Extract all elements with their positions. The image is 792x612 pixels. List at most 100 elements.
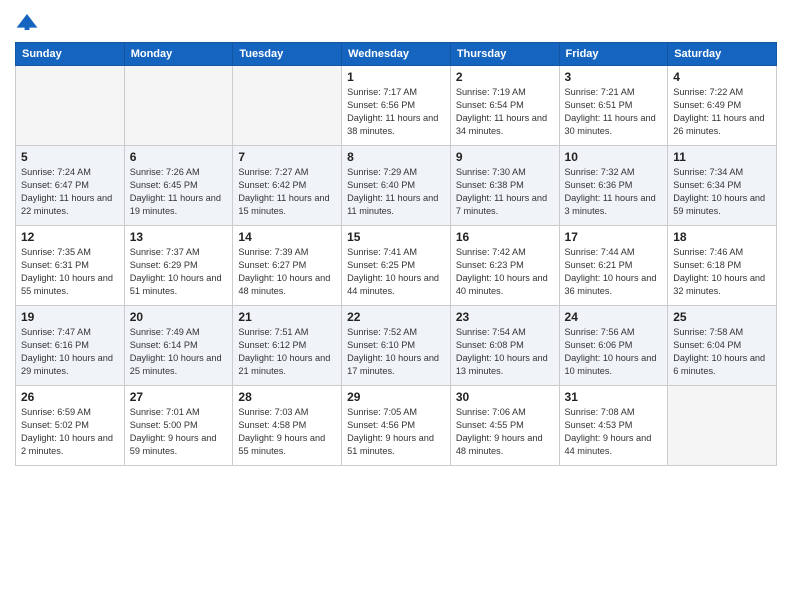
calendar-cell: 27Sunrise: 7:01 AMSunset: 5:00 PMDayligh… <box>124 386 233 466</box>
calendar-week-row: 12Sunrise: 7:35 AMSunset: 6:31 PMDayligh… <box>16 226 777 306</box>
calendar-cell: 22Sunrise: 7:52 AMSunset: 6:10 PMDayligh… <box>342 306 451 386</box>
calendar-cell <box>16 66 125 146</box>
calendar-cell: 3 Sunrise: 7:21 AMSunset: 6:51 PMDaylight… <box>559 66 668 146</box>
day-info: Sunrise: 7:51 AMSunset: 6:12 PMDaylight:… <box>238 326 336 378</box>
day-number: 28 <box>238 390 336 404</box>
calendar-cell: 6 Sunrise: 7:26 AMSunset: 6:45 PMDaylight… <box>124 146 233 226</box>
day-number: 2 <box>456 70 554 84</box>
day-info: Sunrise: 7:26 AMSunset: 6:45 PMDaylight:… <box>130 166 228 218</box>
day-info: Sunrise: 7:19 AMSunset: 6:54 PMDaylight:… <box>456 86 554 138</box>
day-info: Sunrise: 7:03 AMSunset: 4:58 PMDaylight:… <box>238 406 336 458</box>
calendar-cell <box>233 66 342 146</box>
day-number: 18 <box>673 230 771 244</box>
calendar-week-row: 26Sunrise: 6:59 AMSunset: 5:02 PMDayligh… <box>16 386 777 466</box>
calendar-cell: 10 Sunrise: 7:32 AMSunset: 6:36 PMDayligh… <box>559 146 668 226</box>
calendar-cell: 2 Sunrise: 7:19 AMSunset: 6:54 PMDaylight… <box>450 66 559 146</box>
day-number: 13 <box>130 230 228 244</box>
calendar-cell: 25 Sunrise: 7:58 AMSunset: 6:04 PMDayligh… <box>668 306 777 386</box>
day-info: Sunrise: 7:46 AMSunset: 6:18 PMDaylight:… <box>673 246 771 298</box>
day-info: Sunrise: 7:49 AMSunset: 6:14 PMDaylight:… <box>130 326 228 378</box>
day-info: Sunrise: 7:32 AMSunset: 6:36 PMDaylight:… <box>565 166 663 218</box>
day-number: 23 <box>456 310 554 324</box>
calendar-cell: 8 Sunrise: 7:29 AMSunset: 6:40 PMDaylight… <box>342 146 451 226</box>
calendar-cell: 16 Sunrise: 7:42 AMSunset: 6:23 PMDayligh… <box>450 226 559 306</box>
day-number: 29 <box>347 390 445 404</box>
day-number: 10 <box>565 150 663 164</box>
day-info: Sunrise: 6:59 AMSunset: 5:02 PMDaylight:… <box>21 406 119 458</box>
day-number: 16 <box>456 230 554 244</box>
calendar-cell: 15 Sunrise: 7:41 AMSunset: 6:25 PMDayligh… <box>342 226 451 306</box>
day-info: Sunrise: 7:37 AMSunset: 6:29 PMDaylight:… <box>130 246 228 298</box>
calendar-cell: 9 Sunrise: 7:30 AMSunset: 6:38 PMDaylight… <box>450 146 559 226</box>
header <box>15 10 777 34</box>
weekday-header: Friday <box>559 43 668 66</box>
logo-icon <box>15 10 39 34</box>
day-number: 7 <box>238 150 336 164</box>
weekday-header: Tuesday <box>233 43 342 66</box>
day-number: 3 <box>565 70 663 84</box>
day-number: 9 <box>456 150 554 164</box>
day-number: 31 <box>565 390 663 404</box>
day-info: Sunrise: 7:58 AMSunset: 6:04 PMDaylight:… <box>673 326 771 378</box>
calendar-cell: 20Sunrise: 7:49 AMSunset: 6:14 PMDayligh… <box>124 306 233 386</box>
day-info: Sunrise: 7:08 AMSunset: 4:53 PMDaylight:… <box>565 406 663 458</box>
calendar-cell: 26Sunrise: 6:59 AMSunset: 5:02 PMDayligh… <box>16 386 125 466</box>
calendar-cell: 29 Sunrise: 7:05 AMSunset: 4:56 PMDayligh… <box>342 386 451 466</box>
calendar-cell: 17 Sunrise: 7:44 AMSunset: 6:21 PMDayligh… <box>559 226 668 306</box>
calendar-header-row: SundayMondayTuesdayWednesdayThursdayFrid… <box>16 43 777 66</box>
day-number: 22 <box>347 310 445 324</box>
day-number: 15 <box>347 230 445 244</box>
day-info: Sunrise: 7:35 AMSunset: 6:31 PMDaylight:… <box>21 246 119 298</box>
calendar-cell: 13 Sunrise: 7:37 AMSunset: 6:29 PMDayligh… <box>124 226 233 306</box>
day-info: Sunrise: 7:44 AMSunset: 6:21 PMDaylight:… <box>565 246 663 298</box>
calendar-cell: 4Sunrise: 7:22 AMSunset: 6:49 PMDaylight… <box>668 66 777 146</box>
day-number: 27 <box>130 390 228 404</box>
day-info: Sunrise: 7:42 AMSunset: 6:23 PMDaylight:… <box>456 246 554 298</box>
calendar-cell: 28 Sunrise: 7:03 AMSunset: 4:58 PMDayligh… <box>233 386 342 466</box>
calendar-cell: 18 Sunrise: 7:46 AMSunset: 6:18 PMDayligh… <box>668 226 777 306</box>
day-number: 19 <box>21 310 119 324</box>
day-number: 8 <box>347 150 445 164</box>
day-info: Sunrise: 7:29 AMSunset: 6:40 PMDaylight:… <box>347 166 445 218</box>
day-info: Sunrise: 7:41 AMSunset: 6:25 PMDaylight:… <box>347 246 445 298</box>
day-info: Sunrise: 7:56 AMSunset: 6:06 PMDaylight:… <box>565 326 663 378</box>
day-number: 6 <box>130 150 228 164</box>
weekday-header: Sunday <box>16 43 125 66</box>
day-number: 17 <box>565 230 663 244</box>
day-number: 24 <box>565 310 663 324</box>
day-info: Sunrise: 7:22 AMSunset: 6:49 PMDaylight:… <box>673 86 771 138</box>
page: SundayMondayTuesdayWednesdayThursdayFrid… <box>0 0 792 612</box>
day-info: Sunrise: 7:06 AMSunset: 4:55 PMDaylight:… <box>456 406 554 458</box>
day-info: Sunrise: 7:39 AMSunset: 6:27 PMDaylight:… <box>238 246 336 298</box>
day-info: Sunrise: 7:27 AMSunset: 6:42 PMDaylight:… <box>238 166 336 218</box>
calendar-week-row: 5Sunrise: 7:24 AMSunset: 6:47 PMDaylight… <box>16 146 777 226</box>
calendar-cell: 23 Sunrise: 7:54 AMSunset: 6:08 PMDayligh… <box>450 306 559 386</box>
day-number: 5 <box>21 150 119 164</box>
calendar-cell: 31 Sunrise: 7:08 AMSunset: 4:53 PMDayligh… <box>559 386 668 466</box>
day-info: Sunrise: 7:21 AMSunset: 6:51 PMDaylight:… <box>565 86 663 138</box>
calendar-cell: 12Sunrise: 7:35 AMSunset: 6:31 PMDayligh… <box>16 226 125 306</box>
day-info: Sunrise: 7:34 AMSunset: 6:34 PMDaylight:… <box>673 166 771 218</box>
calendar-week-row: 19 Sunrise: 7:47 AMSunset: 6:16 PMDayligh… <box>16 306 777 386</box>
day-info: Sunrise: 7:05 AMSunset: 4:56 PMDaylight:… <box>347 406 445 458</box>
day-info: Sunrise: 7:30 AMSunset: 6:38 PMDaylight:… <box>456 166 554 218</box>
calendar-cell <box>124 66 233 146</box>
calendar-cell: 1 Sunrise: 7:17 AMSunset: 6:56 PMDaylight… <box>342 66 451 146</box>
day-info: Sunrise: 7:54 AMSunset: 6:08 PMDaylight:… <box>456 326 554 378</box>
calendar: SundayMondayTuesdayWednesdayThursdayFrid… <box>15 42 777 466</box>
weekday-header: Thursday <box>450 43 559 66</box>
calendar-cell: 24 Sunrise: 7:56 AMSunset: 6:06 PMDayligh… <box>559 306 668 386</box>
weekday-header: Wednesday <box>342 43 451 66</box>
day-info: Sunrise: 7:17 AMSunset: 6:56 PMDaylight:… <box>347 86 445 138</box>
calendar-cell: 5Sunrise: 7:24 AMSunset: 6:47 PMDaylight… <box>16 146 125 226</box>
calendar-cell: 30Sunrise: 7:06 AMSunset: 4:55 PMDayligh… <box>450 386 559 466</box>
calendar-week-row: 1 Sunrise: 7:17 AMSunset: 6:56 PMDaylight… <box>16 66 777 146</box>
calendar-cell: 11Sunrise: 7:34 AMSunset: 6:34 PMDayligh… <box>668 146 777 226</box>
day-number: 21 <box>238 310 336 324</box>
calendar-cell: 21 Sunrise: 7:51 AMSunset: 6:12 PMDayligh… <box>233 306 342 386</box>
calendar-cell: 19 Sunrise: 7:47 AMSunset: 6:16 PMDayligh… <box>16 306 125 386</box>
day-info: Sunrise: 7:47 AMSunset: 6:16 PMDaylight:… <box>21 326 119 378</box>
day-number: 25 <box>673 310 771 324</box>
weekday-header: Saturday <box>668 43 777 66</box>
day-number: 1 <box>347 70 445 84</box>
